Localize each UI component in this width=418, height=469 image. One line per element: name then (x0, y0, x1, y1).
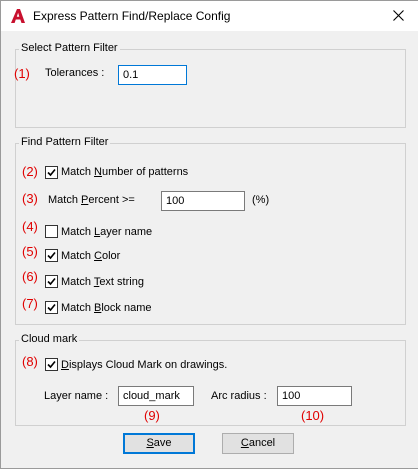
match-layer-checkbox[interactable] (45, 225, 58, 238)
config-dialog: Express Pattern Find/Replace Config Sele… (0, 0, 418, 469)
match-block-label: Match Block name (61, 302, 152, 314)
marker-8: (8) (22, 354, 38, 369)
close-icon (393, 10, 404, 21)
checkmark-icon (47, 251, 56, 260)
marker-9: (9) (144, 408, 160, 423)
cloud-mark-group (15, 340, 406, 426)
checkmark-icon (47, 168, 56, 177)
marker-7: (7) (22, 296, 38, 311)
match-layer-label: Match Layer name (61, 226, 153, 238)
marker-1: (1) (14, 66, 30, 81)
match-color-checkbox[interactable] (45, 249, 58, 262)
select-pattern-filter-label: Select Pattern Filter (19, 42, 120, 54)
title-bar: Express Pattern Find/Replace Config (1, 1, 418, 31)
marker-4: (4) (22, 219, 38, 234)
display-cloud-mark-checkbox[interactable] (45, 358, 58, 371)
percent-unit-label: (%) (252, 194, 270, 206)
match-number-checkbox[interactable] (45, 166, 58, 179)
match-color-label: Match Color (61, 250, 121, 262)
arc-radius-label: Arc radius : (211, 390, 267, 402)
select-pattern-filter-group (15, 49, 406, 128)
marker-2: (2) (22, 164, 38, 179)
checkmark-icon (47, 360, 56, 369)
checkmark-icon (47, 277, 56, 286)
cancel-button[interactable]: Cancel (222, 433, 294, 454)
save-button[interactable]: Save (123, 433, 195, 454)
display-cloud-mark-label: Displays Cloud Mark on drawings. (61, 359, 228, 371)
tolerances-input[interactable] (118, 65, 187, 85)
window-title: Express Pattern Find/Replace Config (33, 9, 231, 23)
cloud-mark-label: Cloud mark (19, 333, 80, 345)
layer-name-input[interactable] (118, 386, 194, 406)
tolerances-label: Tolerances : (45, 67, 105, 79)
find-pattern-filter-label: Find Pattern Filter (19, 136, 111, 148)
close-button[interactable] (386, 3, 412, 29)
match-text-label: Match Text string (61, 276, 144, 288)
match-text-checkbox[interactable] (45, 275, 58, 288)
checkmark-icon (47, 303, 56, 312)
match-percent-input[interactable] (161, 191, 245, 211)
match-number-label: Match Number of patterns (61, 166, 189, 178)
marker-6: (6) (22, 269, 38, 284)
marker-3: (3) (22, 191, 38, 206)
match-block-checkbox[interactable] (45, 301, 58, 314)
arc-radius-input[interactable] (277, 386, 352, 406)
match-percent-label: Match Percent >= (48, 194, 135, 206)
layer-name-label: Layer name : (44, 390, 109, 402)
marker-5: (5) (22, 244, 38, 259)
autocad-a-icon (10, 8, 26, 24)
marker-10: (10) (301, 408, 325, 423)
